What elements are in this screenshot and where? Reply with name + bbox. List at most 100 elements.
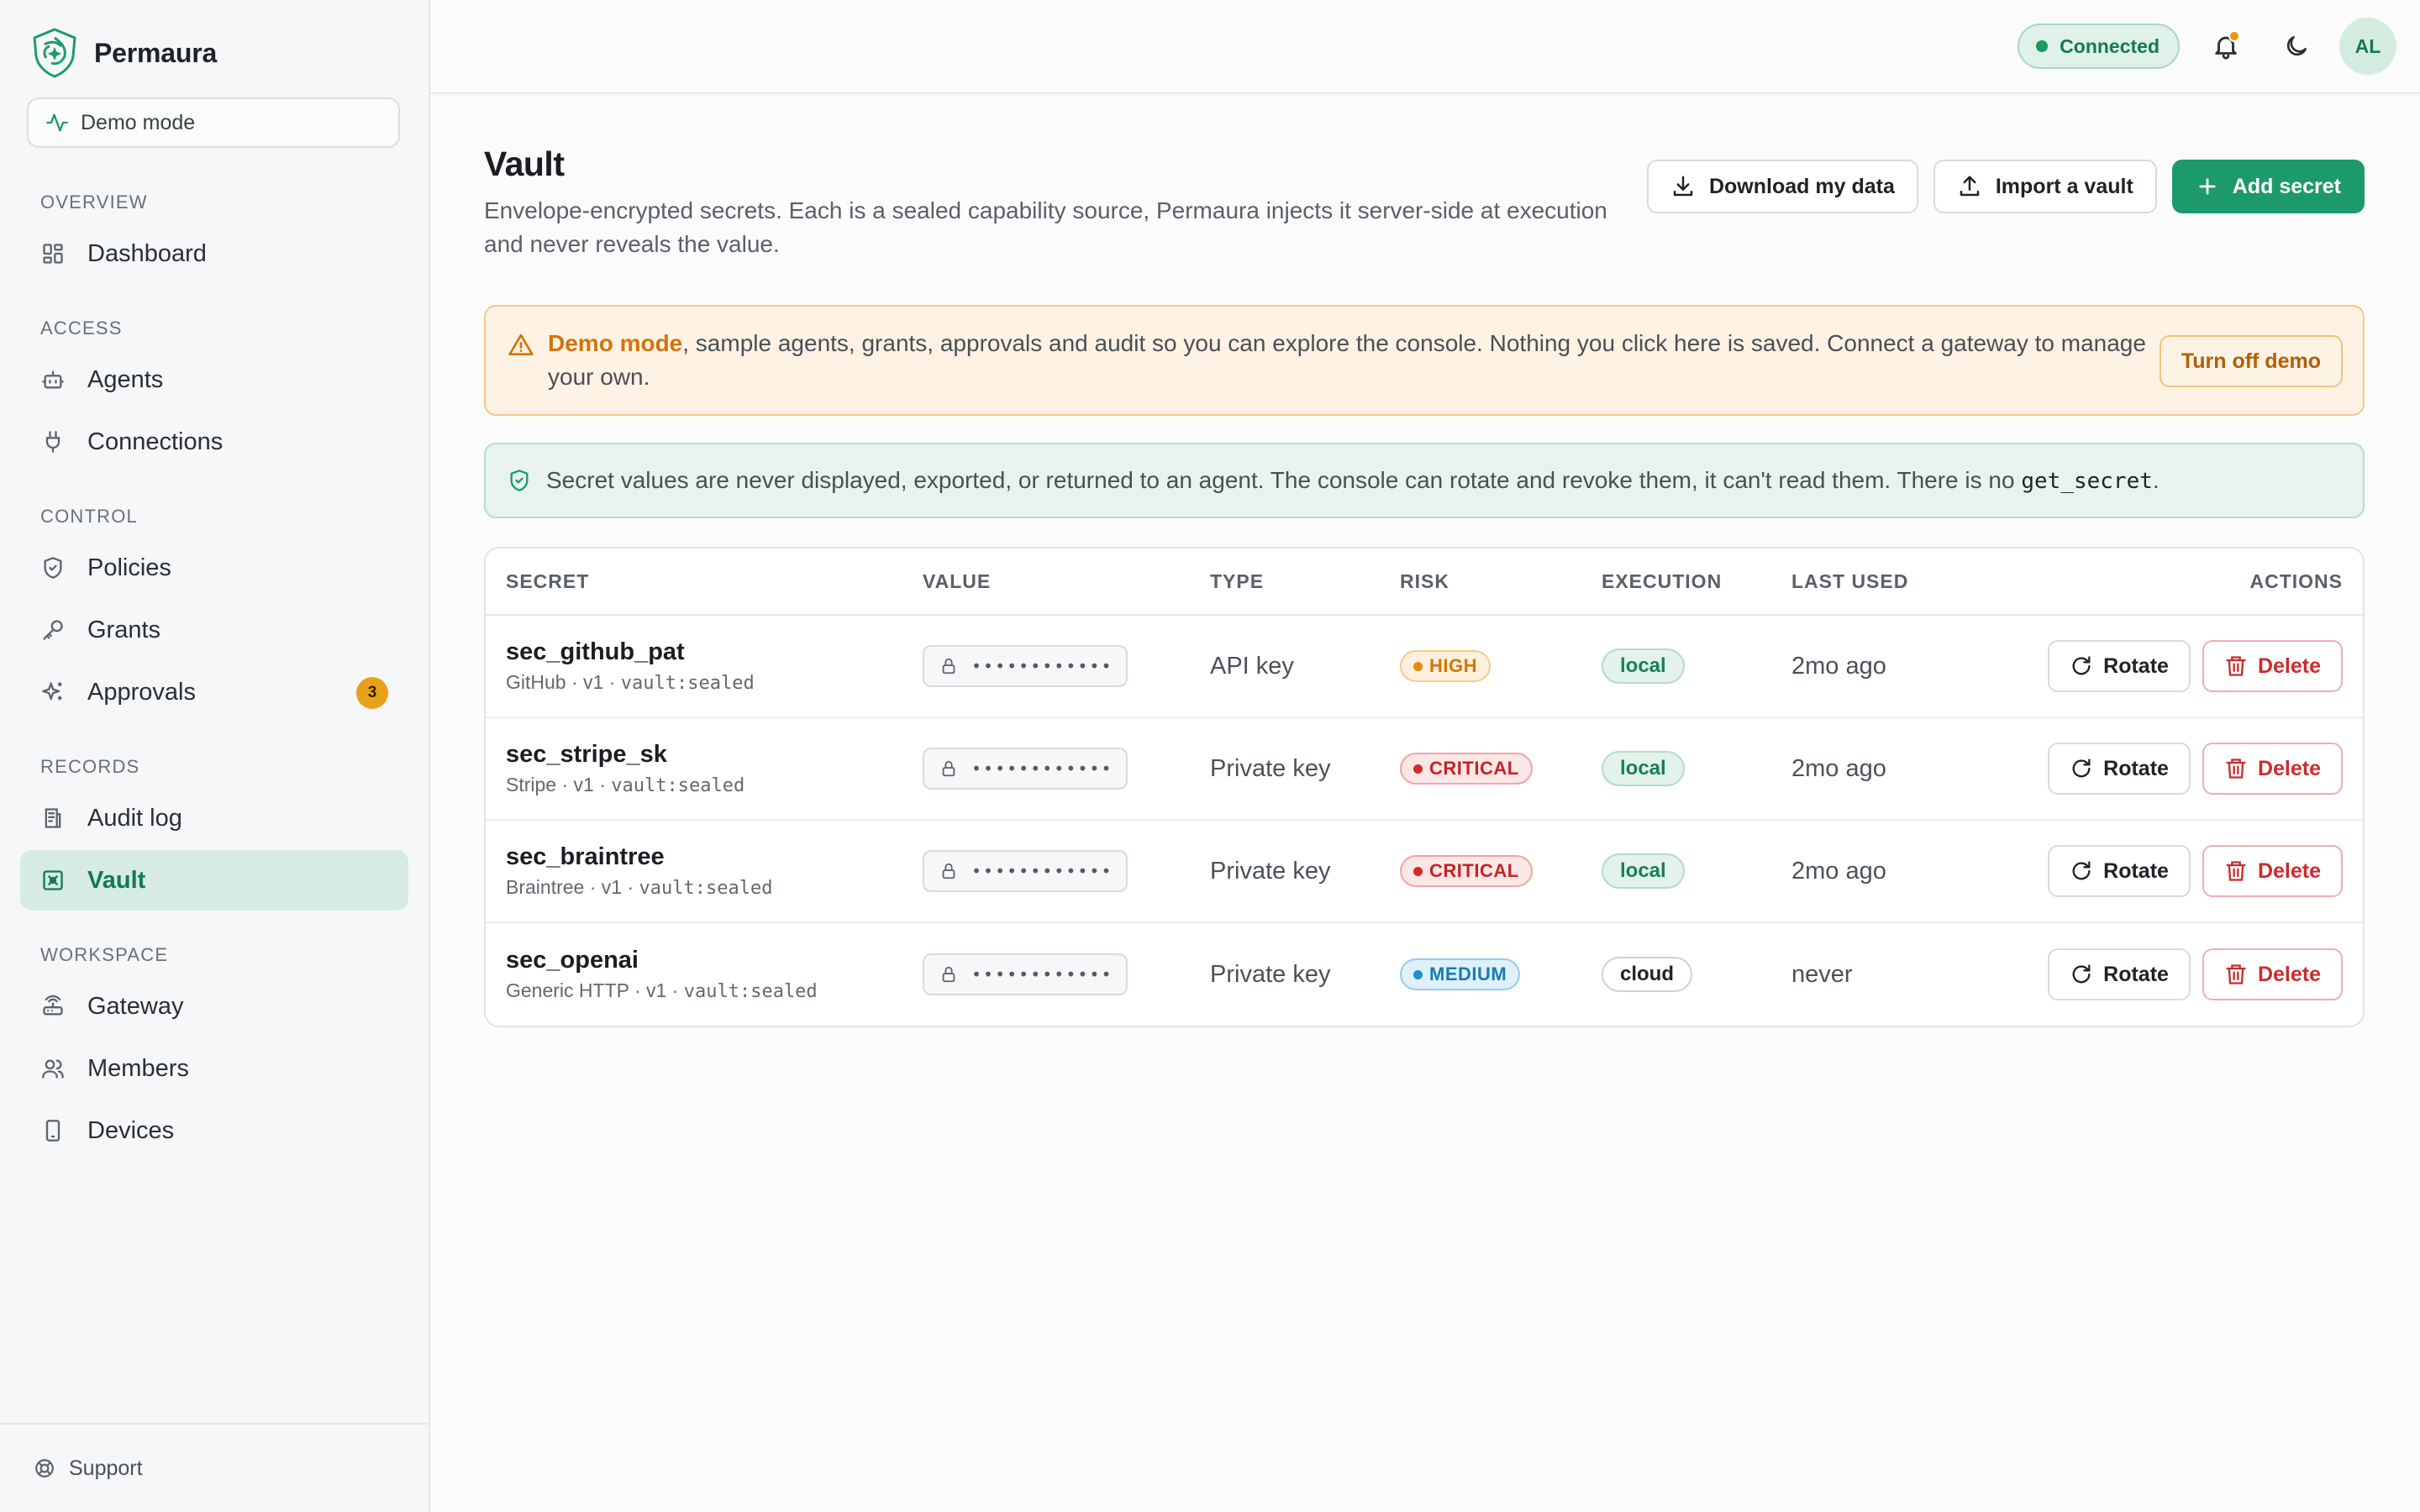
demo-mode-label: Demo mode <box>81 110 196 134</box>
theme-toggle-button[interactable] <box>2272 22 2321 71</box>
risk-badge: MEDIUM <box>1400 958 1521 990</box>
secret-provider: Generic HTTP · v1 · <box>506 979 684 1001</box>
support-link[interactable]: Support <box>0 1423 429 1512</box>
sparkle-icon <box>40 680 66 705</box>
risk-cell: MEDIUM <box>1400 958 1602 990</box>
last-used: never <box>1791 960 1853 988</box>
plug-icon <box>40 429 66 454</box>
sidebar-item-label: Grants <box>87 616 161 643</box>
execution-cell: local <box>1602 648 1791 684</box>
turn-off-demo-button[interactable]: Turn off demo <box>2159 335 2343 387</box>
notifications-button[interactable] <box>2202 22 2250 71</box>
lock-icon <box>942 863 955 879</box>
rotate-button[interactable]: Rotate <box>2048 640 2191 692</box>
risk-cell: HIGH <box>1400 650 1602 682</box>
secret-sealed-tag: vault:sealed <box>611 775 745 796</box>
brand[interactable]: Permaura <box>0 25 429 81</box>
column-header-secret[interactable]: SECRET <box>486 570 923 593</box>
sidebar-item-agents[interactable]: Agents <box>20 349 408 410</box>
dashboard-icon <box>40 241 66 266</box>
sidebar-item-label: Policies <box>87 554 171 581</box>
rotate-button[interactable]: Rotate <box>2048 948 2191 1000</box>
moon-icon <box>2286 36 2307 56</box>
column-header-risk[interactable]: RISK <box>1400 570 1602 593</box>
secret-provider: Stripe · v1 · <box>506 774 612 795</box>
secret-provider: Braintree · v1 · <box>506 876 639 898</box>
app-name: Permaura <box>94 37 218 68</box>
nav-section-records: RECORDS Audit log Vault <box>0 754 429 911</box>
trash-icon <box>2226 861 2246 881</box>
sidebar-item-approvals[interactable]: Approvals 3 <box>20 662 408 722</box>
value-cell: •••••••••••• <box>923 953 1210 995</box>
topbar: Connected AL <box>430 0 2420 94</box>
router-icon <box>40 994 66 1019</box>
sidebar: Permaura Demo mode OVERVIEW Dashboard AC… <box>0 0 430 1512</box>
demo-mode-pill[interactable]: Demo mode <box>27 97 400 148</box>
execution-badge: local <box>1602 751 1685 786</box>
sidebar-item-devices[interactable]: Devices <box>20 1100 408 1161</box>
lock-icon <box>942 658 955 675</box>
sidebar-item-gateway[interactable]: Gateway <box>20 976 408 1037</box>
rotate-button[interactable]: Rotate <box>2048 845 2191 897</box>
secret-meta: GitHub · v1 · vault:sealed <box>506 671 923 694</box>
users-icon <box>40 1056 66 1081</box>
sidebar-item-audit-log[interactable]: Audit log <box>20 788 408 848</box>
secret-sealed-tag: vault:sealed <box>620 673 755 694</box>
secret-provider: GitHub · v1 · <box>506 671 621 693</box>
rotate-icon <box>2072 964 2091 984</box>
sidebar-item-grants[interactable]: Grants <box>20 600 408 660</box>
plus-icon <box>2199 178 2216 195</box>
risk-label: CRITICAL <box>1429 860 1519 881</box>
sidebar-item-vault[interactable]: Vault <box>20 850 408 911</box>
sidebar-item-policies[interactable]: Policies <box>20 538 408 598</box>
column-header-type[interactable]: TYPE <box>1210 570 1400 593</box>
risk-label: HIGH <box>1429 655 1477 676</box>
approvals-count-badge: 3 <box>356 677 388 709</box>
lock-icon <box>942 966 955 983</box>
info-banner-code: get_secret <box>2021 469 2153 494</box>
rotate-label: Rotate <box>2103 756 2169 780</box>
delete-button[interactable]: Delete <box>2202 640 2343 692</box>
lifebuoy-icon <box>35 1459 54 1478</box>
secret-type: Private key <box>1210 960 1331 988</box>
sidebar-item-connections[interactable]: Connections <box>20 412 408 472</box>
audit-log-icon <box>40 806 66 831</box>
nav-heading: OVERVIEW <box>40 192 148 213</box>
delete-button[interactable]: Delete <box>2202 845 2343 897</box>
rotate-label: Rotate <box>2103 654 2169 678</box>
sidebar-item-label: Members <box>87 1054 189 1082</box>
column-header-execution[interactable]: EXECUTION <box>1602 570 1791 593</box>
trash-icon <box>2226 759 2246 779</box>
sidebar-item-label: Dashboard <box>87 239 207 267</box>
download-data-button[interactable]: Download my data <box>1646 160 1918 213</box>
user-avatar[interactable]: AL <box>2339 18 2396 75</box>
sidebar-item-members[interactable]: Members <box>20 1038 408 1099</box>
masked-value: •••••••••••• <box>923 645 1128 687</box>
delete-button[interactable]: Delete <box>2202 743 2343 795</box>
row-actions: Rotate Delete <box>1985 640 2363 692</box>
table-row: sec_braintree Braintree · v1 · vault:sea… <box>486 821 2363 923</box>
secret-type: API key <box>1210 652 1294 680</box>
notification-dot <box>2228 30 2240 42</box>
connection-status-badge: Connected <box>2018 24 2180 69</box>
masked-value-dots: •••••••••••• <box>971 861 1113 881</box>
nav-heading: RECORDS <box>40 756 140 777</box>
shield-check-icon <box>510 470 529 491</box>
add-secret-button[interactable]: Add secret <box>2171 160 2365 213</box>
demo-banner-body: , sample agents, grants, approvals and a… <box>548 330 2146 390</box>
info-banner-suffix: . <box>2152 467 2160 493</box>
nav-heading: ACCESS <box>40 318 123 339</box>
column-header-last-used[interactable]: LAST USED <box>1791 570 1985 593</box>
warning-icon <box>508 333 534 355</box>
row-actions: Rotate Delete <box>1985 743 2363 795</box>
rotate-button[interactable]: Rotate <box>2048 743 2191 795</box>
delete-label: Delete <box>2257 962 2321 986</box>
device-icon <box>40 1118 66 1143</box>
trash-icon <box>2226 656 2246 676</box>
delete-button[interactable]: Delete <box>2202 948 2343 1000</box>
bot-icon <box>40 367 66 392</box>
value-cell: •••••••••••• <box>923 645 1210 687</box>
import-vault-button[interactable]: Import a vault <box>1933 160 2157 213</box>
risk-badge: HIGH <box>1400 650 1491 682</box>
sidebar-item-dashboard[interactable]: Dashboard <box>20 223 408 284</box>
